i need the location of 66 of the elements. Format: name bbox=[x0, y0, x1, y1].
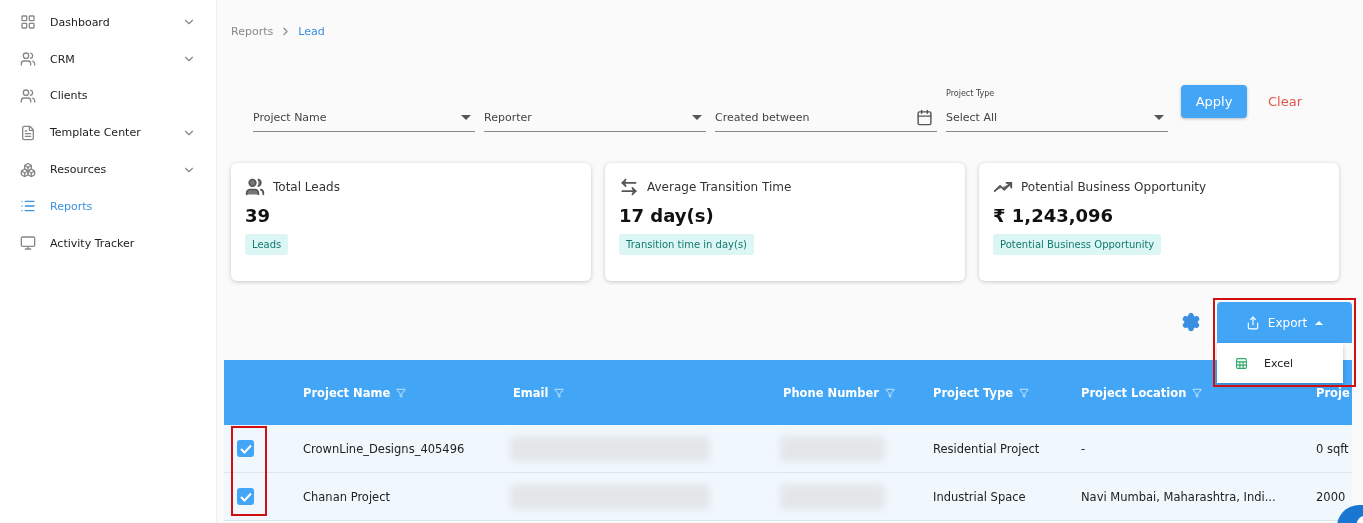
column-header[interactable]: Project Location bbox=[1068, 385, 1303, 400]
select-field[interactable]: Select All bbox=[946, 104, 1168, 132]
sort-icon bbox=[885, 387, 895, 398]
card-value: 39 bbox=[245, 205, 271, 226]
caret-icon bbox=[1154, 115, 1164, 120]
table-cell-text: Navi Mumbai, Maharashtra, Indi... bbox=[1080, 489, 1277, 504]
card-value: ₹ 1,243,096 bbox=[993, 205, 1114, 226]
column-header[interactable]: Email bbox=[500, 385, 770, 400]
column-header[interactable]: Proje bbox=[1303, 385, 1352, 400]
calendar-icon bbox=[916, 109, 933, 126]
people-icon bbox=[20, 88, 36, 104]
card-title: Average Transition Time bbox=[647, 180, 792, 194]
table-cell-text: Residential Project bbox=[932, 441, 1041, 456]
column-header[interactable]: Project Type bbox=[920, 385, 1068, 400]
settings-icon[interactable] bbox=[1181, 312, 1201, 332]
grid-icon bbox=[20, 14, 36, 31]
checkmark-icon bbox=[239, 443, 252, 454]
export-button[interactable]: Export bbox=[1217, 302, 1352, 343]
select-field[interactable]: Reporter bbox=[484, 104, 706, 132]
table-cell-text: - bbox=[1080, 441, 1087, 456]
document-icon bbox=[20, 124, 36, 141]
field-label: Project Type bbox=[946, 89, 996, 98]
boxes-icon bbox=[20, 161, 36, 178]
select-field[interactable]: Project Name bbox=[253, 104, 475, 132]
sort-icon bbox=[554, 387, 565, 398]
arrows-icon bbox=[619, 177, 639, 197]
card-tag: Transition time in day(s) bbox=[619, 234, 754, 255]
card-value: 17 day(s) bbox=[619, 205, 714, 226]
apply-button[interactable]: Apply bbox=[1181, 85, 1247, 118]
caret-icon bbox=[692, 115, 702, 120]
monitor-icon bbox=[20, 235, 36, 252]
sidebar-item[interactable]: Reports bbox=[0, 188, 216, 225]
spreadsheet-icon bbox=[1235, 356, 1248, 370]
sidebar-item[interactable]: Clients bbox=[0, 77, 216, 115]
date-field[interactable]: Created between bbox=[715, 104, 937, 132]
card-title: Potential Business Opportunity bbox=[1021, 180, 1207, 194]
sort-icon bbox=[396, 387, 407, 398]
group-icon bbox=[20, 51, 36, 68]
table-cell-text: CrownLine_Designs_405496 bbox=[302, 441, 466, 456]
sidebar-item[interactable]: CRM bbox=[0, 40, 216, 78]
sidebar-item[interactable]: Template Center bbox=[0, 114, 216, 152]
sidebar-item[interactable]: Dashboard bbox=[0, 4, 216, 41]
sort-icon bbox=[1019, 387, 1030, 398]
card-tag: Leads bbox=[245, 234, 289, 255]
checkmark-icon bbox=[239, 491, 252, 502]
breadcrumb-link[interactable]: Lead bbox=[298, 24, 325, 38]
caret-up-icon bbox=[1315, 320, 1324, 325]
sidebar-item[interactable]: Resources bbox=[0, 151, 216, 188]
column-header[interactable]: Project Name bbox=[290, 385, 500, 400]
caret-icon bbox=[461, 115, 471, 120]
card-tag: Potential Business Opportunity bbox=[993, 234, 1162, 255]
table-cell-text: Industrial Space bbox=[932, 489, 1027, 504]
checkbox[interactable] bbox=[237, 488, 254, 505]
table-cell-text: Chanan Project bbox=[302, 489, 391, 504]
clear-button[interactable]: Clear bbox=[1262, 85, 1308, 118]
card-title: Total Leads bbox=[273, 180, 340, 194]
share-icon bbox=[1245, 315, 1260, 330]
sidebar-item[interactable]: Activity Tracker bbox=[0, 224, 216, 262]
checkbox[interactable] bbox=[237, 440, 254, 457]
breadcrumb-link[interactable]: Reports bbox=[231, 24, 274, 38]
people-icon bbox=[245, 177, 265, 197]
table-cell-text: 0 sqft bbox=[1315, 441, 1350, 456]
menu-item[interactable]: Excel bbox=[1217, 343, 1343, 383]
column-header[interactable]: Phone Number bbox=[770, 385, 920, 400]
table-cell-text: 2000 bbox=[1315, 489, 1347, 504]
sort-icon bbox=[1192, 387, 1203, 398]
